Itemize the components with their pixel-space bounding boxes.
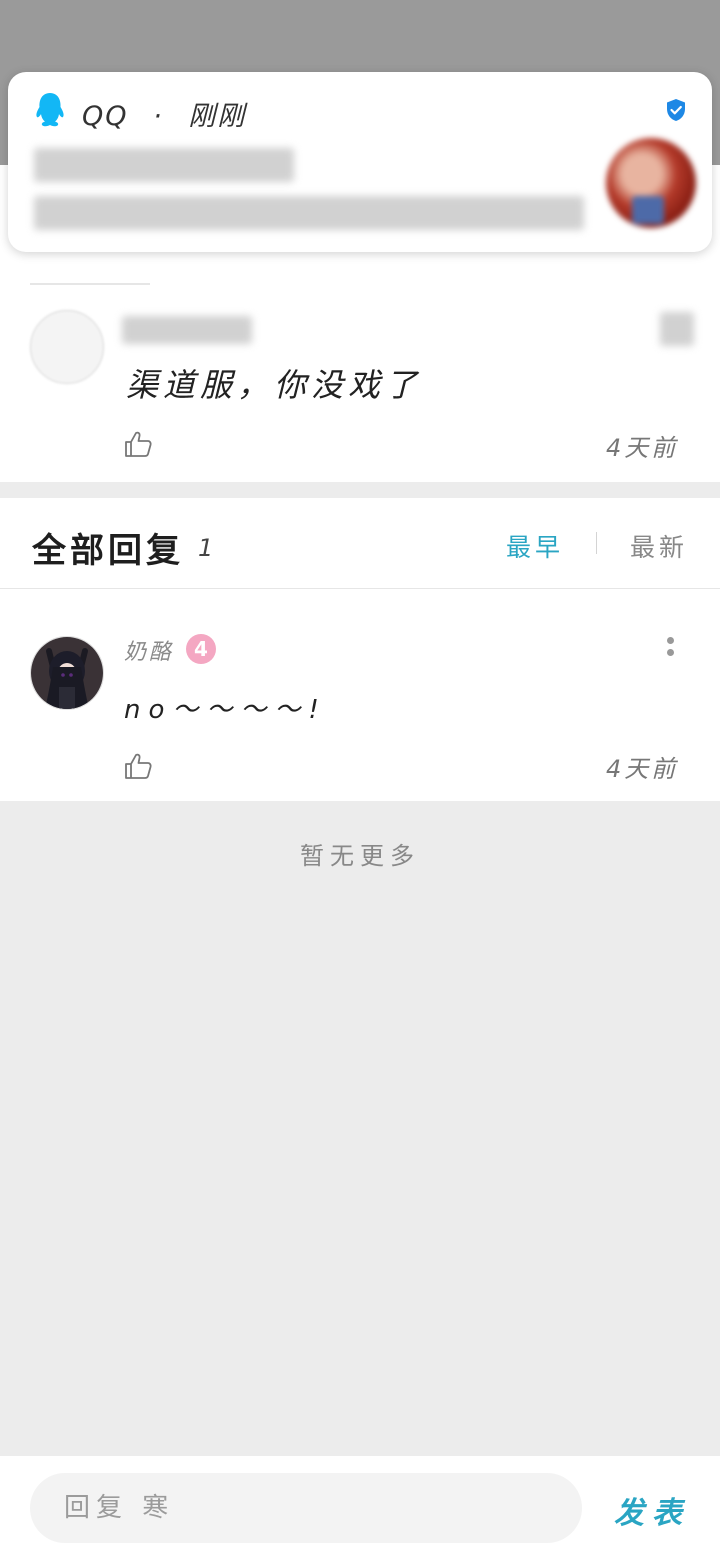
send-button[interactable]: 发表 bbox=[614, 1488, 690, 1532]
comment-text: 渠道服，你没戏了 bbox=[126, 366, 423, 404]
notification-app-name: QQ bbox=[82, 101, 129, 132]
no-more-label: 暂无更多 bbox=[300, 842, 420, 870]
reply-text: no～～～～! bbox=[124, 695, 327, 725]
redacted-menu bbox=[660, 312, 694, 346]
reply-username[interactable]: 奶酪 bbox=[124, 634, 174, 666]
sort-earliest-tab[interactable]: 最早 bbox=[506, 528, 564, 564]
qq-penguin-icon bbox=[36, 93, 64, 127]
avatar[interactable] bbox=[30, 636, 104, 710]
notification-time: 刚刚 bbox=[188, 101, 247, 132]
redacted-username bbox=[122, 316, 252, 344]
sort-divider bbox=[596, 532, 597, 554]
like-icon[interactable] bbox=[124, 752, 152, 780]
replies-title: 全部回复 bbox=[32, 531, 184, 571]
notification-header: QQ · 刚刚 bbox=[82, 94, 246, 133]
divider bbox=[30, 283, 150, 285]
more-options-icon[interactable] bbox=[664, 637, 676, 667]
avatar[interactable] bbox=[30, 310, 104, 384]
sort-newest-tab[interactable]: 最新 bbox=[630, 528, 688, 564]
reply-composer: 发表 bbox=[0, 1456, 720, 1560]
replies-count: 1 bbox=[198, 534, 214, 562]
sender-avatar bbox=[606, 138, 696, 228]
redacted-notification-body bbox=[34, 196, 584, 230]
reply-item: 奶酪 4 no～～～～! 4天前 bbox=[0, 589, 720, 801]
section-gap bbox=[0, 482, 720, 498]
like-icon[interactable] bbox=[124, 430, 152, 458]
notification-separator: · bbox=[153, 101, 164, 132]
redacted-notification-title bbox=[34, 148, 294, 182]
anime-avatar-icon bbox=[31, 637, 103, 709]
replies-header: 全部回复 1 最早 最新 bbox=[0, 498, 720, 589]
reply-time: 4天前 bbox=[606, 755, 679, 783]
reply-input[interactable] bbox=[30, 1473, 582, 1543]
notification-banner[interactable]: QQ · 刚刚 bbox=[8, 72, 712, 252]
comment-time: 4天前 bbox=[606, 434, 679, 462]
level-badge: 4 bbox=[186, 634, 216, 664]
verified-shield-icon bbox=[667, 99, 685, 121]
